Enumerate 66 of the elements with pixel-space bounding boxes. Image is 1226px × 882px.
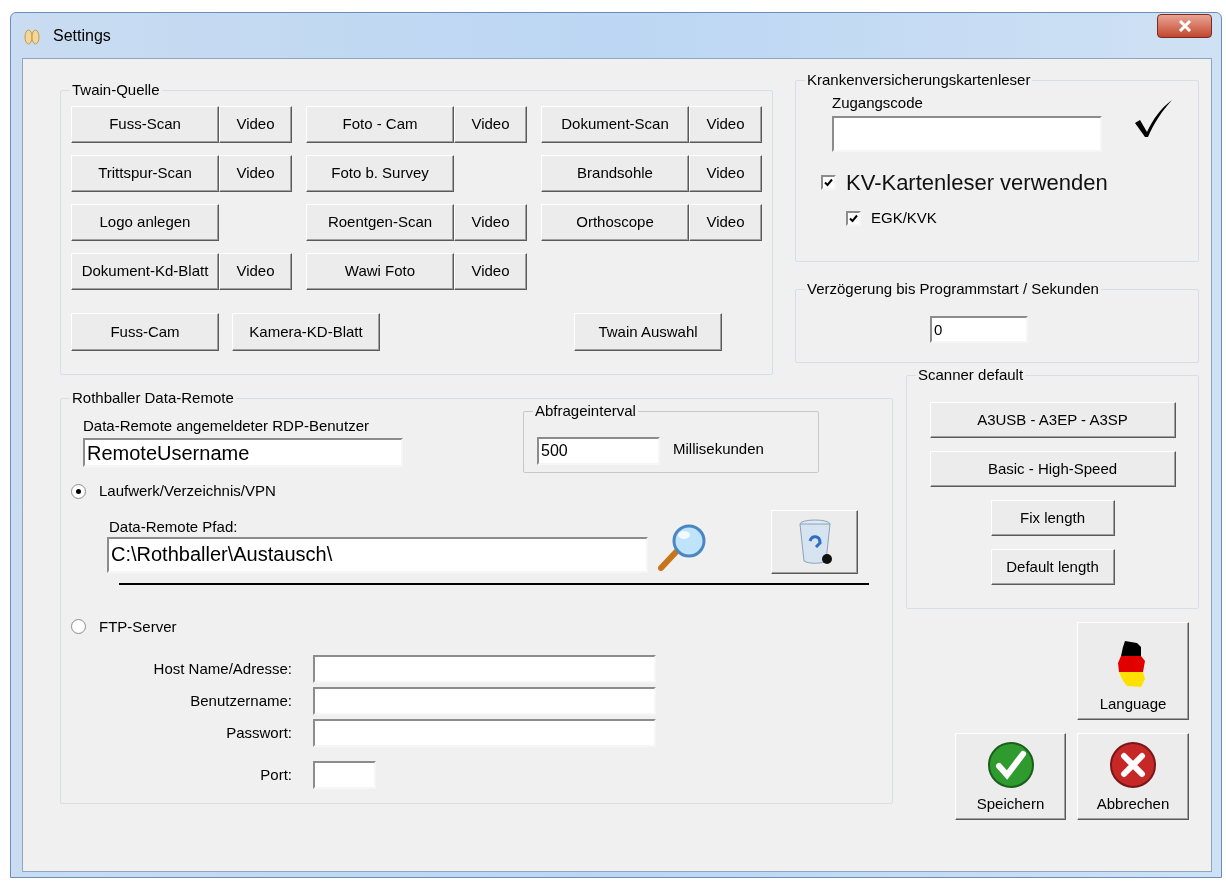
window-title: Settings <box>53 25 111 46</box>
button[interactable]: Foto b. Survey <box>306 155 454 192</box>
button[interactable]: Default length <box>990 549 1115 585</box>
delay-field[interactable]: 0 <box>930 316 1028 343</box>
text-field[interactable] <box>313 719 656 747</box>
access-code-field[interactable] <box>832 116 1102 152</box>
check-icon <box>986 740 1035 789</box>
button[interactable]: Video <box>219 106 292 143</box>
button[interactable]: Wawi Foto <box>306 253 454 290</box>
field-label: Passwort: <box>226 722 292 743</box>
field-label: Benutzername: <box>190 690 292 711</box>
save-button[interactable]: Speichern <box>955 733 1066 820</box>
text-field[interactable] <box>313 687 656 715</box>
button[interactable]: Orthoscope <box>541 204 689 241</box>
checkbox-label: EGK/KVK <box>871 208 937 228</box>
radio-label: FTP-Server <box>99 616 177 637</box>
text-field[interactable] <box>313 655 656 683</box>
close-icon <box>1177 20 1192 32</box>
language-button[interactable]: Language <box>1077 622 1189 720</box>
button[interactable]: Roentgen-Scan <box>306 204 454 241</box>
button[interactable]: Fix length <box>990 500 1115 536</box>
close-button[interactable] <box>1157 14 1212 38</box>
button[interactable]: Basic - High-Speed <box>929 451 1176 487</box>
cancel-button[interactable]: Abbrechen <box>1077 733 1189 820</box>
button[interactable]: Video <box>454 204 527 241</box>
field-label: Zugangscode <box>832 93 924 113</box>
button[interactable]: Brandsohle <box>541 155 689 192</box>
field-label: Data-Remote angemeldeter RDP-Benutzer <box>83 416 370 436</box>
radio-button[interactable] <box>71 483 86 499</box>
username-field[interactable]: RemoteUsername <box>83 438 403 467</box>
button[interactable]: Trittspur-Scan <box>71 155 219 192</box>
unit-label: Millisekunden <box>673 439 764 460</box>
radio-label: Laufwerk/Verzeichnis/VPN <box>99 481 276 501</box>
button[interactable]: Logo anlegen <box>71 204 219 241</box>
button[interactable]: Foto - Cam <box>306 106 454 143</box>
button[interactable]: Dokument-Kd-Blatt <box>71 253 219 290</box>
button[interactable]: Fuss-Cam <box>71 313 219 351</box>
interval-field[interactable]: 500 <box>537 437 660 465</box>
button[interactable]: Twain Auswahl <box>574 313 722 351</box>
button[interactable]: Kamera-KD-Blatt <box>232 313 380 351</box>
button[interactable]: Video <box>689 204 762 241</box>
group-title: Twain-Quelle <box>70 81 162 99</box>
trash-button[interactable] <box>771 509 858 574</box>
field-label: Host Name/Adresse: <box>153 658 292 679</box>
button[interactable]: Video <box>689 106 762 143</box>
group-title: Verzögerung bis Programmstart / Sekunden <box>805 280 1101 298</box>
button[interactable]: Video <box>454 106 527 143</box>
trash-icon <box>797 518 832 565</box>
text-field[interactable] <box>313 761 376 789</box>
group-title: Krankenversicherungskartenleser <box>805 71 1033 89</box>
button[interactable]: Video <box>454 253 527 290</box>
path-field[interactable]: C:\Rothballer\Austausch\ <box>107 536 648 573</box>
checkbox-label: KV-Kartenleser verwenden <box>846 169 1108 197</box>
button[interactable]: Video <box>219 253 292 290</box>
group-title: Abfrageinterval <box>533 402 638 420</box>
button[interactable]: Dokument-Scan <box>541 106 689 143</box>
button[interactable]: Fuss-Scan <box>71 106 219 143</box>
button[interactable]: A3USB - A3EP - A3SP <box>929 402 1176 438</box>
button[interactable]: Video <box>689 155 762 192</box>
radio-button[interactable] <box>71 619 86 635</box>
checkbox[interactable] <box>846 210 861 226</box>
field-label: Port: <box>260 764 292 785</box>
cancel-icon <box>1109 740 1157 789</box>
field-label: Data-Remote Pfad: <box>109 517 238 536</box>
button[interactable]: Video <box>219 155 292 192</box>
checkbox[interactable] <box>821 175 836 190</box>
